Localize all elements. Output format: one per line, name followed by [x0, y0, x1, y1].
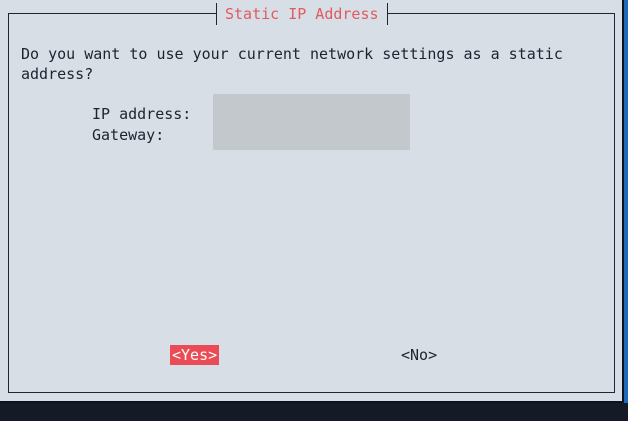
- yes-button[interactable]: <Yes>: [170, 345, 220, 365]
- ip-address-label: IP address:: [92, 105, 192, 123]
- redacted-network-values: [213, 94, 410, 150]
- dialog-title-wrap: Static IP Address: [216, 3, 388, 25]
- dialog-message: Do you want to use your current network …: [21, 45, 563, 83]
- no-button[interactable]: <No>: [399, 345, 439, 365]
- dialog-title: Static IP Address: [225, 4, 379, 23]
- gateway-label: Gateway:: [92, 126, 165, 144]
- terminal-background-strip: [0, 403, 628, 421]
- static-ip-dialog: Static IP Address Do you want to use you…: [0, 0, 624, 403]
